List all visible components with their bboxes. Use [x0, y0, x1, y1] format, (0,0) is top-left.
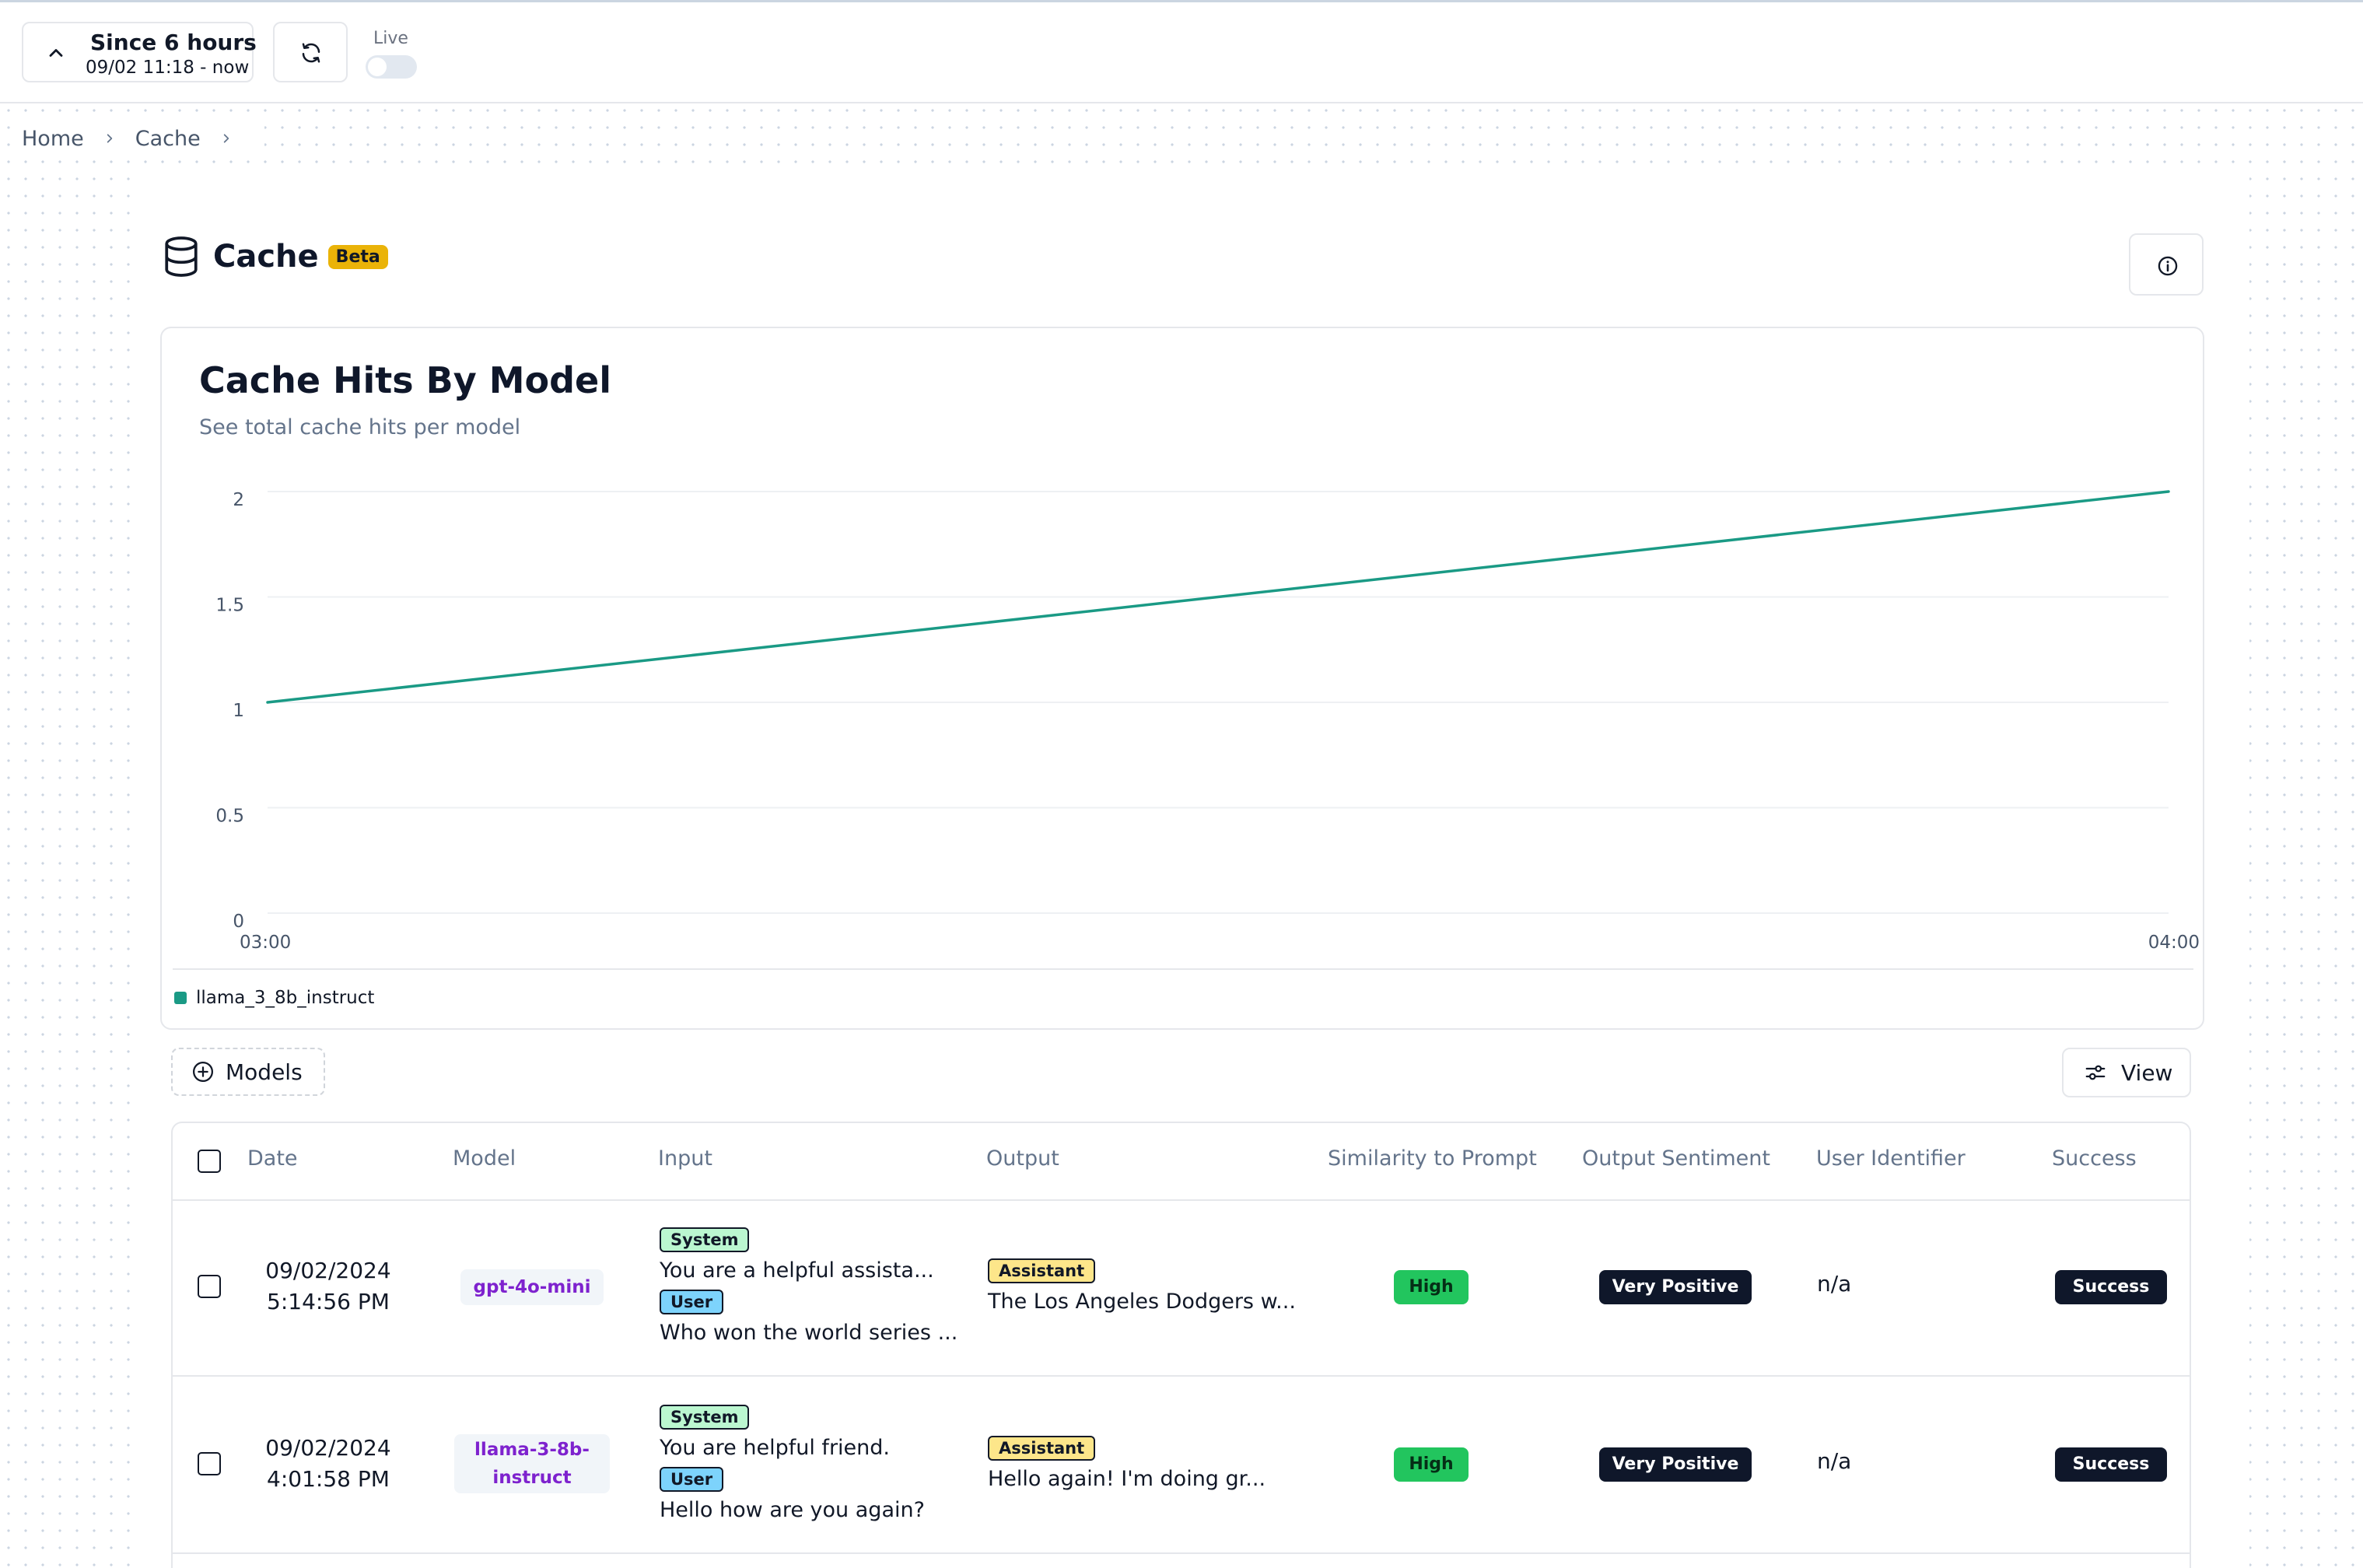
- refresh-button[interactable]: [273, 22, 348, 82]
- breadcrumb-home[interactable]: Home: [22, 127, 84, 151]
- x-tick-label: 04:00: [2148, 933, 2200, 953]
- output-cell: Assistant Hello again! I'm doing gr...: [988, 1433, 1266, 1495]
- table-header: Date Model Input Output Similarity to Pr…: [173, 1123, 2190, 1201]
- column-sentiment[interactable]: Output Sentiment: [1582, 1146, 1770, 1171]
- time-value: 5:14:56 PM: [267, 1289, 390, 1314]
- live-label: Live: [373, 29, 408, 48]
- select-all-checkbox[interactable]: [198, 1150, 221, 1173]
- output-cell: Assistant The Los Angeles Dodgers w...: [988, 1255, 1296, 1318]
- database-icon: [165, 236, 198, 277]
- column-similarity[interactable]: Similarity to Prompt: [1328, 1146, 1537, 1171]
- assistant-role-tag: Assistant: [988, 1436, 1096, 1461]
- date-cell: 09/02/2024 5:14:56 PM: [219, 1255, 437, 1318]
- plus-circle-icon: [193, 1062, 213, 1082]
- cache-requests-table: Date Model Input Output Similarity to Pr…: [171, 1122, 2191, 1568]
- system-role-tag: System: [660, 1227, 750, 1252]
- assistant-message: The Los Angeles Dodgers w...: [988, 1290, 1296, 1314]
- success-badge: Success: [2055, 1447, 2167, 1482]
- y-tick-label: 0: [233, 912, 244, 932]
- column-model[interactable]: Model: [453, 1146, 516, 1171]
- chart-legend: llama_3_8b_instruct: [174, 988, 374, 1008]
- success-badge: Success: [2055, 1270, 2167, 1304]
- user-identifier-value: n/a: [1817, 1448, 1852, 1474]
- table-row[interactable]: 09/02/2024 4:01:58 PM llama-3-8b- instru…: [173, 1377, 2190, 1554]
- chevron-up-icon: [49, 49, 63, 57]
- input-cell: System You are a helpful assista... User…: [660, 1224, 957, 1349]
- system-message: You are helpful friend.: [660, 1436, 890, 1460]
- info-icon: [2158, 256, 2178, 276]
- time-range-title: Since 6 hours: [90, 30, 257, 55]
- sentiment-badge: Very Positive: [1599, 1447, 1752, 1482]
- y-tick-label: 1.5: [215, 596, 244, 616]
- models-filter-label: Models: [226, 1059, 303, 1085]
- model-name-line1: llama-3-8b-: [474, 1440, 590, 1460]
- user-role-tag: User: [660, 1290, 724, 1314]
- user-message: Hello how are you again?: [660, 1498, 925, 1522]
- model-badge: llama-3-8b- instruct: [454, 1434, 610, 1493]
- input-cell: System You are helpful friend. User Hell…: [660, 1402, 925, 1526]
- live-toggle[interactable]: [366, 55, 417, 79]
- page-header: Cache Beta: [162, 235, 388, 278]
- time-range-button[interactable]: Since 6 hours 09/02 11:18 - now: [22, 22, 257, 82]
- user-identifier-value: n/a: [1817, 1271, 1852, 1297]
- model-name-line2: instruct: [492, 1468, 572, 1488]
- page-title: Cache: [213, 239, 319, 275]
- date-value: 09/02/2024: [265, 1258, 391, 1283]
- sliders-icon: [2085, 1065, 2106, 1080]
- sentiment-badge: Very Positive: [1599, 1270, 1752, 1304]
- chevron-right-icon: [107, 134, 112, 143]
- system-message: You are a helpful assista...: [660, 1258, 934, 1283]
- chevron-right-icon: [223, 134, 229, 143]
- main-content: Cache Beta Cache Hits By Model See total…: [142, 163, 2249, 1568]
- similarity-badge: High: [1394, 1270, 1469, 1304]
- top-header: Since 6 hours 09/02 11:18 - now Live: [0, 2, 2363, 103]
- column-input[interactable]: Input: [658, 1146, 712, 1171]
- system-role-tag: System: [660, 1405, 750, 1430]
- similarity-badge: High: [1394, 1447, 1469, 1482]
- date-cell: 09/02/2024 4:01:58 PM: [219, 1433, 437, 1495]
- legend-label: llama_3_8b_instruct: [196, 988, 375, 1008]
- beta-badge: Beta: [327, 244, 388, 269]
- view-options-button[interactable]: View: [2062, 1048, 2191, 1097]
- column-output[interactable]: Output: [986, 1146, 1059, 1171]
- user-role-tag: User: [660, 1467, 724, 1492]
- live-toggle-knob: [368, 58, 387, 76]
- y-tick-label: 0.5: [215, 807, 244, 827]
- legend-swatch: [174, 992, 187, 1004]
- column-success[interactable]: Success: [2052, 1146, 2137, 1171]
- row-checkbox[interactable]: [198, 1452, 221, 1475]
- time-range-subtitle: 09/02 11:18 - now: [86, 58, 250, 78]
- column-date[interactable]: Date: [247, 1146, 298, 1171]
- row-checkbox[interactable]: [198, 1275, 221, 1298]
- assistant-message: Hello again! I'm doing gr...: [988, 1467, 1266, 1491]
- date-value: 09/02/2024: [265, 1435, 391, 1461]
- info-button[interactable]: [2129, 233, 2204, 296]
- y-tick-label: 1: [233, 701, 244, 721]
- view-options-label: View: [2121, 1059, 2173, 1086]
- time-value: 4:01:58 PM: [267, 1466, 390, 1492]
- x-tick-label: 03:00: [240, 933, 291, 953]
- line-chart: 0 0.5 1 1.5 2 03:00 04:00: [173, 490, 2200, 970]
- assistant-role-tag: Assistant: [988, 1258, 1096, 1283]
- refresh-icon: [302, 43, 320, 63]
- model-badge: gpt-4o-mini: [460, 1269, 604, 1305]
- table-row[interactable]: 09/02/2024 5:14:56 PM gpt-4o-mini System…: [173, 1199, 2190, 1377]
- breadcrumb: Home Cache: [22, 123, 264, 154]
- breadcrumb-cache[interactable]: Cache: [135, 127, 201, 151]
- column-user-identifier[interactable]: User Identifier: [1816, 1146, 1966, 1171]
- models-filter-button[interactable]: Models: [171, 1048, 325, 1096]
- user-message: Who won the world series ...: [660, 1321, 958, 1345]
- y-tick-label: 2: [233, 490, 244, 510]
- cache-hits-chart-card: Cache Hits By Model See total cache hits…: [160, 327, 2204, 1030]
